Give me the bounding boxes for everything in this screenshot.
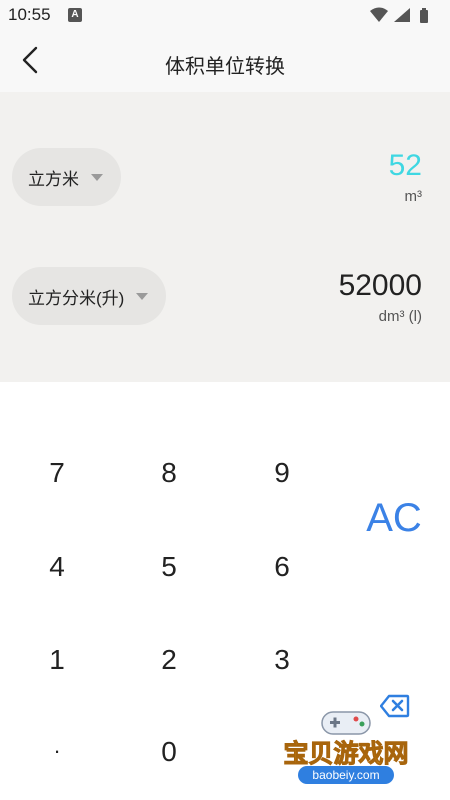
from-value: 52 <box>388 149 422 182</box>
notification-badge: A <box>68 8 82 22</box>
from-unit-symbol: m³ <box>404 188 423 205</box>
key-6[interactable]: 6 <box>242 537 322 597</box>
signal-icon <box>394 8 410 22</box>
to-unit-dropdown[interactable]: 立方分米(升) <box>12 267 167 325</box>
from-unit-label: 立方米 <box>28 169 79 189</box>
wifi-icon <box>370 7 388 22</box>
key-1[interactable]: 1 <box>17 630 97 690</box>
caret-down-icon <box>136 292 149 300</box>
watermark: 宝贝游戏网 baobeiy.com <box>270 700 430 800</box>
app-window: 10:55 A 体积单位转换 立方米 52 m³ 立方分米(升) 52000 d… <box>0 0 450 800</box>
app-header: 体积单位转换 <box>0 30 450 92</box>
conversion-panel: 立方米 52 m³ 立方分米(升) 52000 dm³ (l) <box>0 92 450 382</box>
key-2[interactable]: 2 <box>129 630 209 690</box>
key-8[interactable]: 8 <box>129 443 209 503</box>
to-value: 52000 <box>338 269 422 302</box>
to-unit-label: 立方分米(升) <box>28 288 125 308</box>
key-decimal[interactable]: . <box>17 716 97 776</box>
gamepad-icon <box>321 711 371 735</box>
status-time: 10:55 <box>8 5 51 24</box>
watermark-url: baobeiy.com <box>298 766 394 784</box>
caret-down-icon <box>91 173 103 181</box>
from-unit-dropdown[interactable]: 立方米 <box>12 148 121 206</box>
watermark-text: 宝贝游戏网 <box>283 740 409 769</box>
from-value-block[interactable]: 52 m³ <box>389 148 422 205</box>
status-bar: 10:55 A <box>0 0 450 30</box>
key-5[interactable]: 5 <box>129 537 209 597</box>
to-unit-symbol: dm³ (l) <box>378 308 422 325</box>
clear-button[interactable]: AC <box>356 488 432 548</box>
key-7[interactable]: 7 <box>17 443 97 503</box>
key-4[interactable]: 4 <box>17 537 97 597</box>
page-title: 体积单位转换 <box>165 56 285 78</box>
key-0[interactable]: 0 <box>129 722 209 782</box>
battery-icon <box>420 8 428 23</box>
status-icons <box>368 6 440 29</box>
key-9[interactable]: 9 <box>242 443 322 503</box>
key-3[interactable]: 3 <box>242 630 322 690</box>
to-value-block[interactable]: 52000 dm³ (l) <box>339 268 422 325</box>
